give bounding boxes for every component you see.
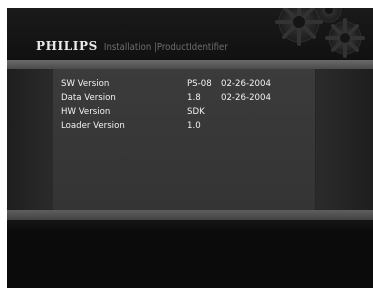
version-label: SW Version <box>61 79 110 89</box>
brand-row: PHILIPS Installation |ProductIdentifier <box>36 35 228 54</box>
version-date: 02-26-2004 <box>221 93 271 103</box>
version-label: HW Version <box>61 107 111 117</box>
version-value: PS-08 <box>187 79 212 89</box>
bottom-shadow <box>7 220 373 232</box>
version-value: 1.0 <box>187 121 201 131</box>
version-value: 1.8 <box>187 93 201 103</box>
tv-menu-screen: PHILIPS Installation |ProductIdentifier S… <box>7 8 373 288</box>
version-label: Loader Version <box>61 121 125 131</box>
header-bar: PHILIPS Installation |ProductIdentifier <box>7 8 373 64</box>
philips-logo: PHILIPS <box>36 39 98 53</box>
top-divider-band <box>7 60 373 69</box>
breadcrumb: Installation |ProductIdentifier <box>103 42 228 53</box>
right-strip <box>315 69 373 210</box>
version-label: Data Version <box>61 93 116 103</box>
version-value: SDK <box>187 107 205 117</box>
bottom-divider-band <box>7 210 373 220</box>
version-date: 02-26-2004 <box>221 79 271 89</box>
version-info-panel: SW Version PS-08 02-26-2004 Data Version… <box>52 69 316 210</box>
gears-decoration-icon <box>275 8 365 58</box>
